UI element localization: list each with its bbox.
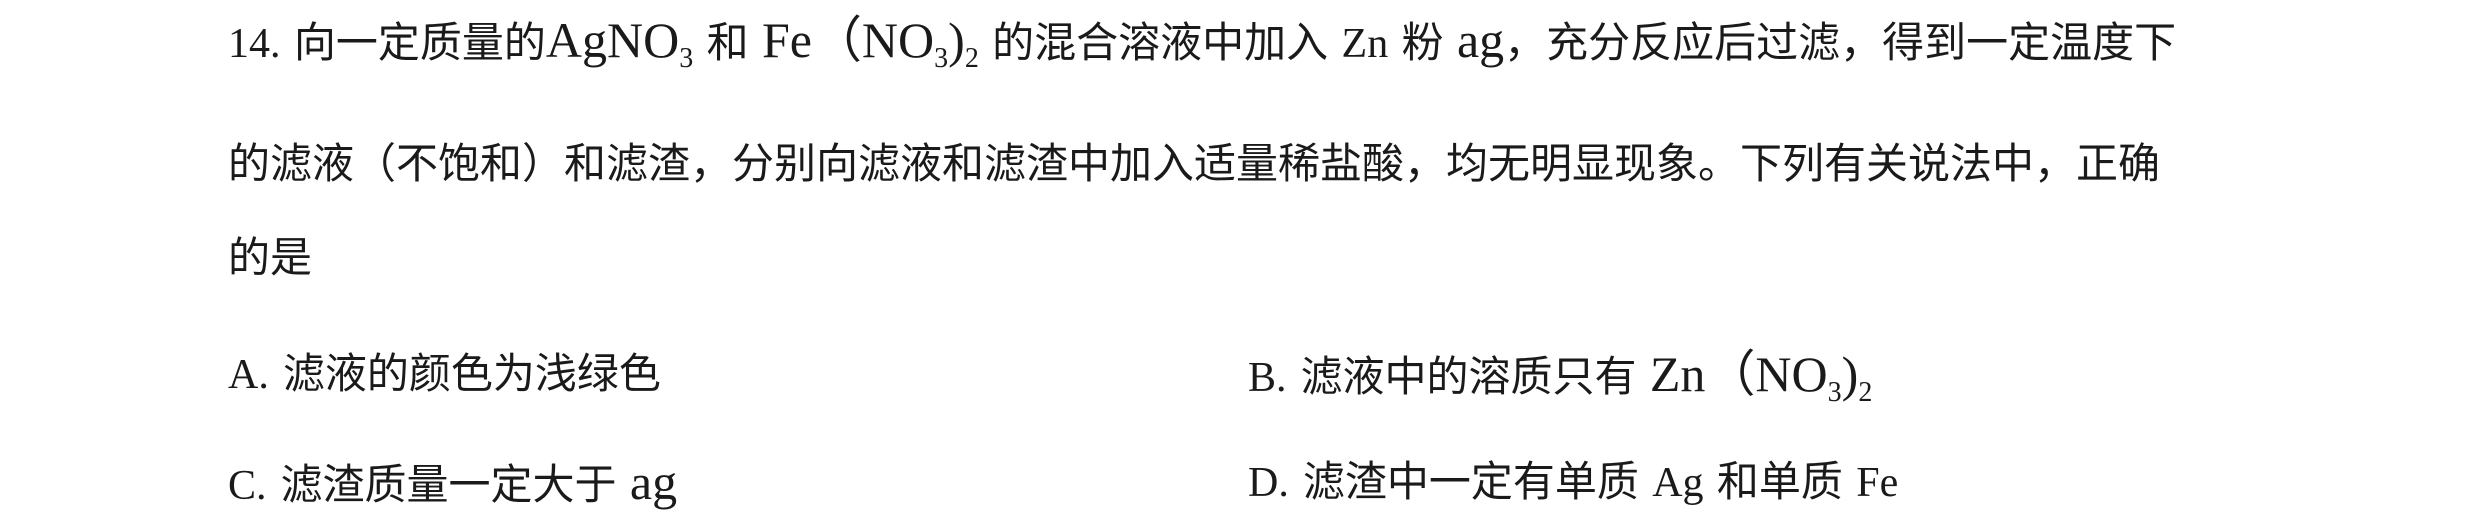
option-letter: D.	[1248, 460, 1289, 506]
question-text: 的混合溶液中加入	[992, 18, 1329, 67]
question-number: 14.	[228, 21, 281, 67]
mass-ag: ag	[629, 454, 678, 510]
question-line-3: 的是	[228, 230, 312, 286]
option-b[interactable]: B. 滤液中的溶质只有 Zn（NO3)2	[1248, 346, 1873, 408]
option-letter: B.	[1248, 355, 1287, 401]
question-text: 粉	[1401, 18, 1444, 67]
question-text: 向一定质量的	[293, 18, 546, 67]
question-text: 的滤液（不饱和）和滤渣，分别向滤液和滤渣中加入适量稀盐酸，均无明显现象。下列有关…	[228, 139, 2161, 188]
option-text: 和单质	[1716, 457, 1843, 506]
option-letter: C.	[228, 463, 267, 509]
option-d[interactable]: D. 滤渣中一定有单质 Ag 和单质 Fe	[1248, 454, 1898, 511]
option-letter: A.	[228, 352, 269, 398]
question-text: ，充分反应后过滤，得到一定温度下	[1504, 18, 2177, 67]
question-line-2: 的滤液（不饱和）和滤渣，分别向滤液和滤渣中加入适量稀盐酸，均无明显现象。下列有关…	[228, 136, 2160, 192]
option-text: 滤液的颜色为浅绿色	[282, 349, 661, 398]
question-line-1: 14. 向一定质量的AgNO3 和 Fe（NO3)2 的混合溶液中加入 Zn 粉…	[228, 12, 2177, 74]
option-text: 滤渣质量一定大于	[280, 460, 617, 509]
element-fe: Fe	[1856, 460, 1899, 506]
option-a[interactable]: A. 滤液的颜色为浅绿色	[228, 346, 661, 403]
formula-zn-no3-2: Zn（NO3)2	[1649, 346, 1873, 408]
option-text: 滤液中的溶质只有	[1300, 352, 1637, 401]
formula-fe-no3-2: Fe（NO3)2	[761, 12, 979, 74]
mass-ag: ag	[1456, 12, 1505, 68]
formula-agno3: AgNO3	[545, 12, 694, 74]
option-c[interactable]: C. 滤渣质量一定大于 ag	[228, 454, 677, 514]
element-ag: Ag	[1652, 460, 1704, 506]
question-text: 的是	[228, 233, 313, 282]
option-text: 滤渣中一定有单质	[1302, 457, 1639, 506]
question-text: 和	[706, 18, 749, 67]
formula-zn: Zn	[1341, 21, 1389, 67]
